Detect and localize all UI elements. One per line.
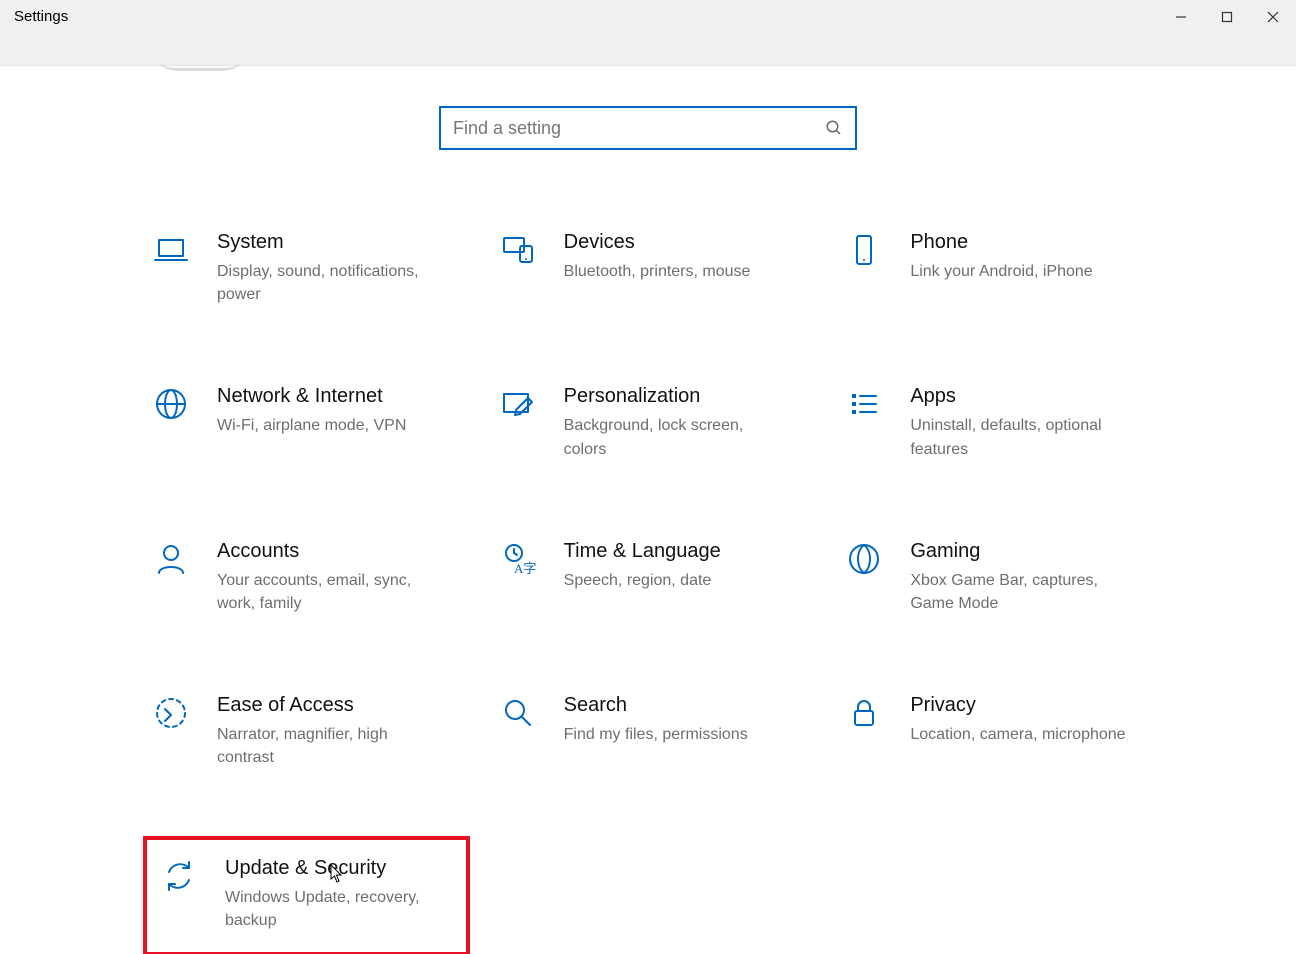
tile-gaming[interactable]: Gaming Xbox Game Bar, captures, Game Mode bbox=[838, 529, 1161, 623]
search-icon bbox=[825, 119, 843, 137]
tile-network[interactable]: Network & Internet Wi-Fi, airplane mode, … bbox=[145, 374, 468, 468]
tile-subtitle: Speech, region, date bbox=[564, 569, 721, 592]
sync-icon bbox=[157, 854, 201, 898]
tile-title: Search bbox=[564, 693, 748, 717]
tile-text: Ease of Access Narrator, magnifier, high … bbox=[217, 691, 437, 769]
tile-subtitle: Uninstall, defaults, optional features bbox=[910, 414, 1130, 460]
tile-apps[interactable]: Apps Uninstall, defaults, optional featur… bbox=[838, 374, 1161, 468]
tile-title: Personalization bbox=[564, 384, 784, 408]
tile-search[interactable]: Search Find my files, permissions bbox=[492, 683, 815, 777]
tile-title: Accounts bbox=[217, 539, 437, 563]
search-icon bbox=[496, 691, 540, 735]
tile-subtitle: Narrator, magnifier, high contrast bbox=[217, 723, 437, 769]
tile-title: Apps bbox=[910, 384, 1130, 408]
tile-time-language[interactable]: A字 Time & Language Speech, region, date bbox=[492, 529, 815, 623]
tile-subtitle: Find my files, permissions bbox=[564, 723, 748, 746]
tile-subtitle: Location, camera, microphone bbox=[910, 723, 1125, 746]
person-icon bbox=[149, 537, 193, 581]
avatar-edge-decor bbox=[160, 63, 240, 71]
tile-text: Network & Internet Wi-Fi, airplane mode, … bbox=[217, 382, 406, 437]
settings-home-content: System Display, sound, notifications, pow… bbox=[0, 66, 1296, 954]
titlebar: Settings bbox=[0, 0, 1296, 66]
window-controls bbox=[1158, 0, 1296, 34]
tile-title: Gaming bbox=[910, 539, 1130, 563]
tile-update-security[interactable]: Update & Security Windows Update, recover… bbox=[145, 838, 468, 954]
globe-icon bbox=[149, 382, 193, 426]
tile-title: Update & Security bbox=[225, 856, 445, 880]
tile-subtitle: Bluetooth, printers, mouse bbox=[564, 260, 751, 283]
tile-text: Search Find my files, permissions bbox=[564, 691, 748, 746]
tile-title: Network & Internet bbox=[217, 384, 406, 408]
tile-accounts[interactable]: Accounts Your accounts, email, sync, work… bbox=[145, 529, 468, 623]
tile-subtitle: Wi-Fi, airplane mode, VPN bbox=[217, 414, 406, 437]
phone-icon bbox=[842, 228, 886, 272]
list-icon bbox=[842, 382, 886, 426]
tile-text: Privacy Location, camera, microphone bbox=[910, 691, 1125, 746]
minimize-button[interactable] bbox=[1158, 0, 1204, 34]
tile-text: Time & Language Speech, region, date bbox=[564, 537, 721, 592]
maximize-button[interactable] bbox=[1204, 0, 1250, 34]
tile-text: Apps Uninstall, defaults, optional featur… bbox=[910, 382, 1130, 460]
pen-icon bbox=[496, 382, 540, 426]
tile-subtitle: Xbox Game Bar, captures, Game Mode bbox=[910, 569, 1130, 615]
tile-personalization[interactable]: Personalization Background, lock screen, … bbox=[492, 374, 815, 468]
tile-subtitle: Link your Android, iPhone bbox=[910, 260, 1092, 283]
time-lang-icon: A字 bbox=[496, 537, 540, 581]
tile-title: System bbox=[217, 230, 437, 254]
tile-text: Update & Security Windows Update, recover… bbox=[225, 854, 445, 932]
ease-icon bbox=[149, 691, 193, 735]
tile-text: Devices Bluetooth, printers, mouse bbox=[564, 228, 751, 283]
tile-privacy[interactable]: Privacy Location, camera, microphone bbox=[838, 683, 1161, 777]
tile-subtitle: Windows Update, recovery, backup bbox=[225, 886, 445, 932]
settings-grid: System Display, sound, notifications, pow… bbox=[135, 220, 1161, 954]
tile-text: Phone Link your Android, iPhone bbox=[910, 228, 1092, 283]
tile-text: Accounts Your accounts, email, sync, work… bbox=[217, 537, 437, 615]
search-input[interactable] bbox=[453, 118, 825, 139]
search-row bbox=[0, 106, 1296, 150]
tile-title: Ease of Access bbox=[217, 693, 437, 717]
tile-ease-of-access[interactable]: Ease of Access Narrator, magnifier, high … bbox=[145, 683, 468, 777]
tile-title: Privacy bbox=[910, 693, 1125, 717]
search-box[interactable] bbox=[439, 106, 857, 150]
gaming-icon bbox=[842, 537, 886, 581]
tile-subtitle: Your accounts, email, sync, work, family bbox=[217, 569, 437, 615]
svg-text:A字: A字 bbox=[514, 561, 536, 576]
tile-title: Time & Language bbox=[564, 539, 721, 563]
tile-system[interactable]: System Display, sound, notifications, pow… bbox=[145, 220, 468, 314]
lock-icon bbox=[842, 691, 886, 735]
window-title: Settings bbox=[0, 0, 82, 33]
tile-phone[interactable]: Phone Link your Android, iPhone bbox=[838, 220, 1161, 314]
close-button[interactable] bbox=[1250, 0, 1296, 34]
devices-icon bbox=[496, 228, 540, 272]
tile-text: System Display, sound, notifications, pow… bbox=[217, 228, 437, 306]
tile-title: Phone bbox=[910, 230, 1092, 254]
tile-devices[interactable]: Devices Bluetooth, printers, mouse bbox=[492, 220, 815, 314]
laptop-icon bbox=[149, 228, 193, 272]
tile-text: Personalization Background, lock screen, … bbox=[564, 382, 784, 460]
tile-text: Gaming Xbox Game Bar, captures, Game Mode bbox=[910, 537, 1130, 615]
tile-title: Devices bbox=[564, 230, 751, 254]
tile-subtitle: Background, lock screen, colors bbox=[564, 414, 784, 460]
tile-subtitle: Display, sound, notifications, power bbox=[217, 260, 437, 306]
